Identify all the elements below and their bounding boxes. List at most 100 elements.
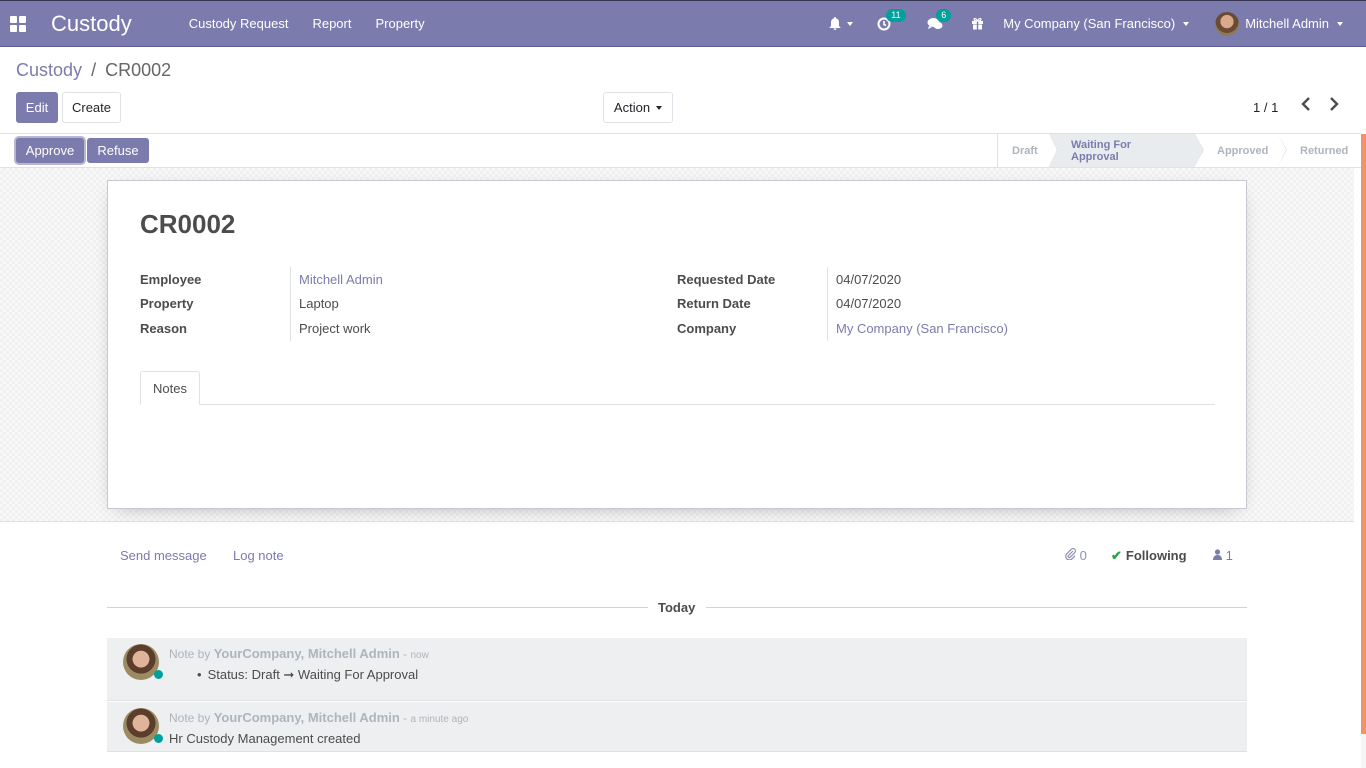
main-menu: Custody Request Report Property bbox=[189, 16, 449, 31]
messaging-menu[interactable]: 6 bbox=[927, 8, 952, 31]
menu-report[interactable]: Report bbox=[312, 16, 351, 31]
send-message-button[interactable]: Send message bbox=[120, 548, 207, 563]
record-title: CR0002 bbox=[140, 209, 236, 239]
following-button[interactable]: ✔ Following bbox=[1111, 548, 1187, 564]
chevron-right-icon bbox=[1330, 97, 1339, 111]
message-body: Status: Draft ➞ Waiting For Approval bbox=[197, 667, 419, 683]
followers-count: 1 bbox=[1225, 548, 1233, 563]
employee-link[interactable]: Mitchell Admin bbox=[290, 267, 383, 292]
breadcrumb-parent[interactable]: Custody bbox=[16, 60, 82, 80]
field-reason: Reason Project work bbox=[140, 316, 383, 341]
following-label: Following bbox=[1125, 548, 1187, 563]
check-icon: ✔ bbox=[1111, 548, 1122, 563]
systray: 11 6 My Company (San Francisco) Mitchell… bbox=[829, 1, 1366, 46]
date-separator-label: Today bbox=[658, 600, 696, 615]
message-date: a minute ago bbox=[410, 714, 469, 725]
caret-down-icon bbox=[1337, 21, 1343, 26]
top-navbar: Custody Custody Request Report Property … bbox=[0, 0, 1366, 47]
caret-down-icon bbox=[847, 21, 854, 26]
menu-property[interactable]: Property bbox=[375, 16, 424, 31]
field-property: Property Laptop bbox=[140, 291, 383, 316]
approve-button[interactable]: Approve bbox=[16, 138, 84, 163]
message-header: Note by YourCompany, Mitchell Admin - no… bbox=[169, 646, 429, 661]
activity-count-badge: 11 bbox=[886, 8, 906, 22]
log-note-button[interactable]: Log note bbox=[233, 548, 284, 563]
user-icon bbox=[1213, 549, 1222, 560]
refuse-button[interactable]: Refuse bbox=[87, 138, 149, 163]
user-menu[interactable]: Mitchell Admin bbox=[1215, 11, 1343, 36]
separator-line bbox=[706, 607, 1247, 608]
attachments-button[interactable]: 0 bbox=[1065, 548, 1087, 563]
breadcrumb-current: CR0002 bbox=[105, 60, 172, 80]
caret-down-icon bbox=[656, 105, 663, 110]
field-value: 04/07/2020 bbox=[827, 291, 901, 316]
online-status-icon bbox=[154, 670, 163, 679]
online-status-icon bbox=[154, 734, 163, 743]
chevron-left-icon bbox=[1301, 97, 1310, 111]
breadcrumb: Custody / CR0002 bbox=[16, 60, 171, 81]
breadcrumb-separator: / bbox=[91, 60, 97, 80]
date-separator: Today bbox=[107, 599, 1247, 617]
message-prefix: Note by bbox=[169, 647, 211, 661]
scrollbar[interactable] bbox=[1361, 134, 1366, 768]
company-name: My Company (San Francisco) bbox=[1003, 16, 1176, 31]
field-label: Employee bbox=[140, 271, 202, 287]
message-count-badge: 6 bbox=[936, 8, 952, 22]
field-employee: Employee Mitchell Admin bbox=[140, 267, 383, 292]
attachments-count: 0 bbox=[1079, 548, 1087, 563]
scrollbar-thumb[interactable] bbox=[1361, 134, 1366, 734]
field-group-left: Employee Mitchell Admin Property Laptop … bbox=[140, 267, 383, 341]
form-sheet: CR0002 Employee Mitchell Admin Property … bbox=[107, 180, 1247, 509]
stage-waiting-for-approval[interactable]: Waiting For Approval bbox=[1049, 134, 1204, 167]
field-value: 04/07/2020 bbox=[827, 267, 901, 292]
gift-icon bbox=[972, 17, 984, 30]
notifications-dropdown[interactable] bbox=[829, 17, 854, 30]
pager-next-button[interactable] bbox=[1329, 97, 1339, 116]
field-label: Return Date bbox=[677, 296, 751, 312]
caret-down-icon bbox=[1183, 21, 1190, 26]
tab-notes[interactable]: Notes bbox=[140, 371, 200, 405]
action-label: Action bbox=[613, 100, 651, 115]
chatter-topbar: Send message Log note 0 ✔ Following 1 bbox=[107, 545, 1247, 567]
message-header: Note by YourCompany, Mitchell Admin - a … bbox=[169, 710, 469, 725]
message-prefix: Note by bbox=[169, 711, 211, 725]
gift-icon-button[interactable] bbox=[971, 17, 984, 30]
author-avatar[interactable] bbox=[123, 708, 163, 744]
field-label: Requested Date bbox=[677, 271, 776, 287]
action-dropdown[interactable]: Action bbox=[603, 92, 673, 123]
paperclip-icon bbox=[1065, 548, 1076, 561]
field-requested-date: Requested Date 04/07/2020 bbox=[677, 267, 1008, 292]
create-button[interactable]: Create bbox=[62, 92, 121, 123]
field-value: Laptop bbox=[290, 291, 339, 316]
message-date: now bbox=[410, 650, 429, 661]
user-name: Mitchell Admin bbox=[1245, 16, 1329, 31]
edit-button[interactable]: Edit bbox=[16, 92, 58, 123]
field-company: Company My Company (San Francisco) bbox=[677, 316, 1008, 341]
chatter-message: Note by YourCompany, Mitchell Admin - a … bbox=[107, 702, 1247, 752]
menu-custody-request[interactable]: Custody Request bbox=[189, 16, 289, 31]
field-label: Company bbox=[677, 320, 737, 336]
stage-returned[interactable]: Returned bbox=[1278, 134, 1361, 167]
separator-line bbox=[107, 607, 648, 608]
activities-menu[interactable]: 11 bbox=[877, 8, 906, 31]
message-author[interactable]: YourCompany, Mitchell Admin bbox=[214, 646, 400, 661]
stage-approved[interactable]: Approved bbox=[1195, 134, 1287, 167]
field-group-right: Requested Date 04/07/2020 Return Date 04… bbox=[677, 267, 1008, 341]
pager-previous-button[interactable] bbox=[1301, 97, 1311, 116]
notebook-tabs: Notes bbox=[140, 371, 1215, 405]
app-name[interactable]: Custody bbox=[51, 11, 132, 37]
pager-value: 1 / 1 bbox=[1253, 100, 1279, 115]
field-label: Property bbox=[140, 296, 194, 312]
company-link[interactable]: My Company (San Francisco) bbox=[827, 316, 1008, 341]
message-body: Hr Custody Management created bbox=[169, 731, 361, 746]
stage-draft[interactable]: Draft bbox=[997, 134, 1058, 167]
followers-button[interactable]: 1 bbox=[1213, 548, 1233, 563]
apps-menu-icon[interactable] bbox=[10, 15, 26, 32]
chatter-message: Note by YourCompany, Mitchell Admin - no… bbox=[107, 638, 1247, 701]
field-value: Project work bbox=[290, 316, 371, 341]
field-label: Reason bbox=[140, 320, 187, 336]
company-switcher[interactable]: My Company (San Francisco) bbox=[1003, 16, 1190, 31]
user-avatar bbox=[1215, 11, 1240, 36]
author-avatar[interactable] bbox=[123, 644, 163, 680]
message-author[interactable]: YourCompany, Mitchell Admin bbox=[214, 710, 400, 725]
